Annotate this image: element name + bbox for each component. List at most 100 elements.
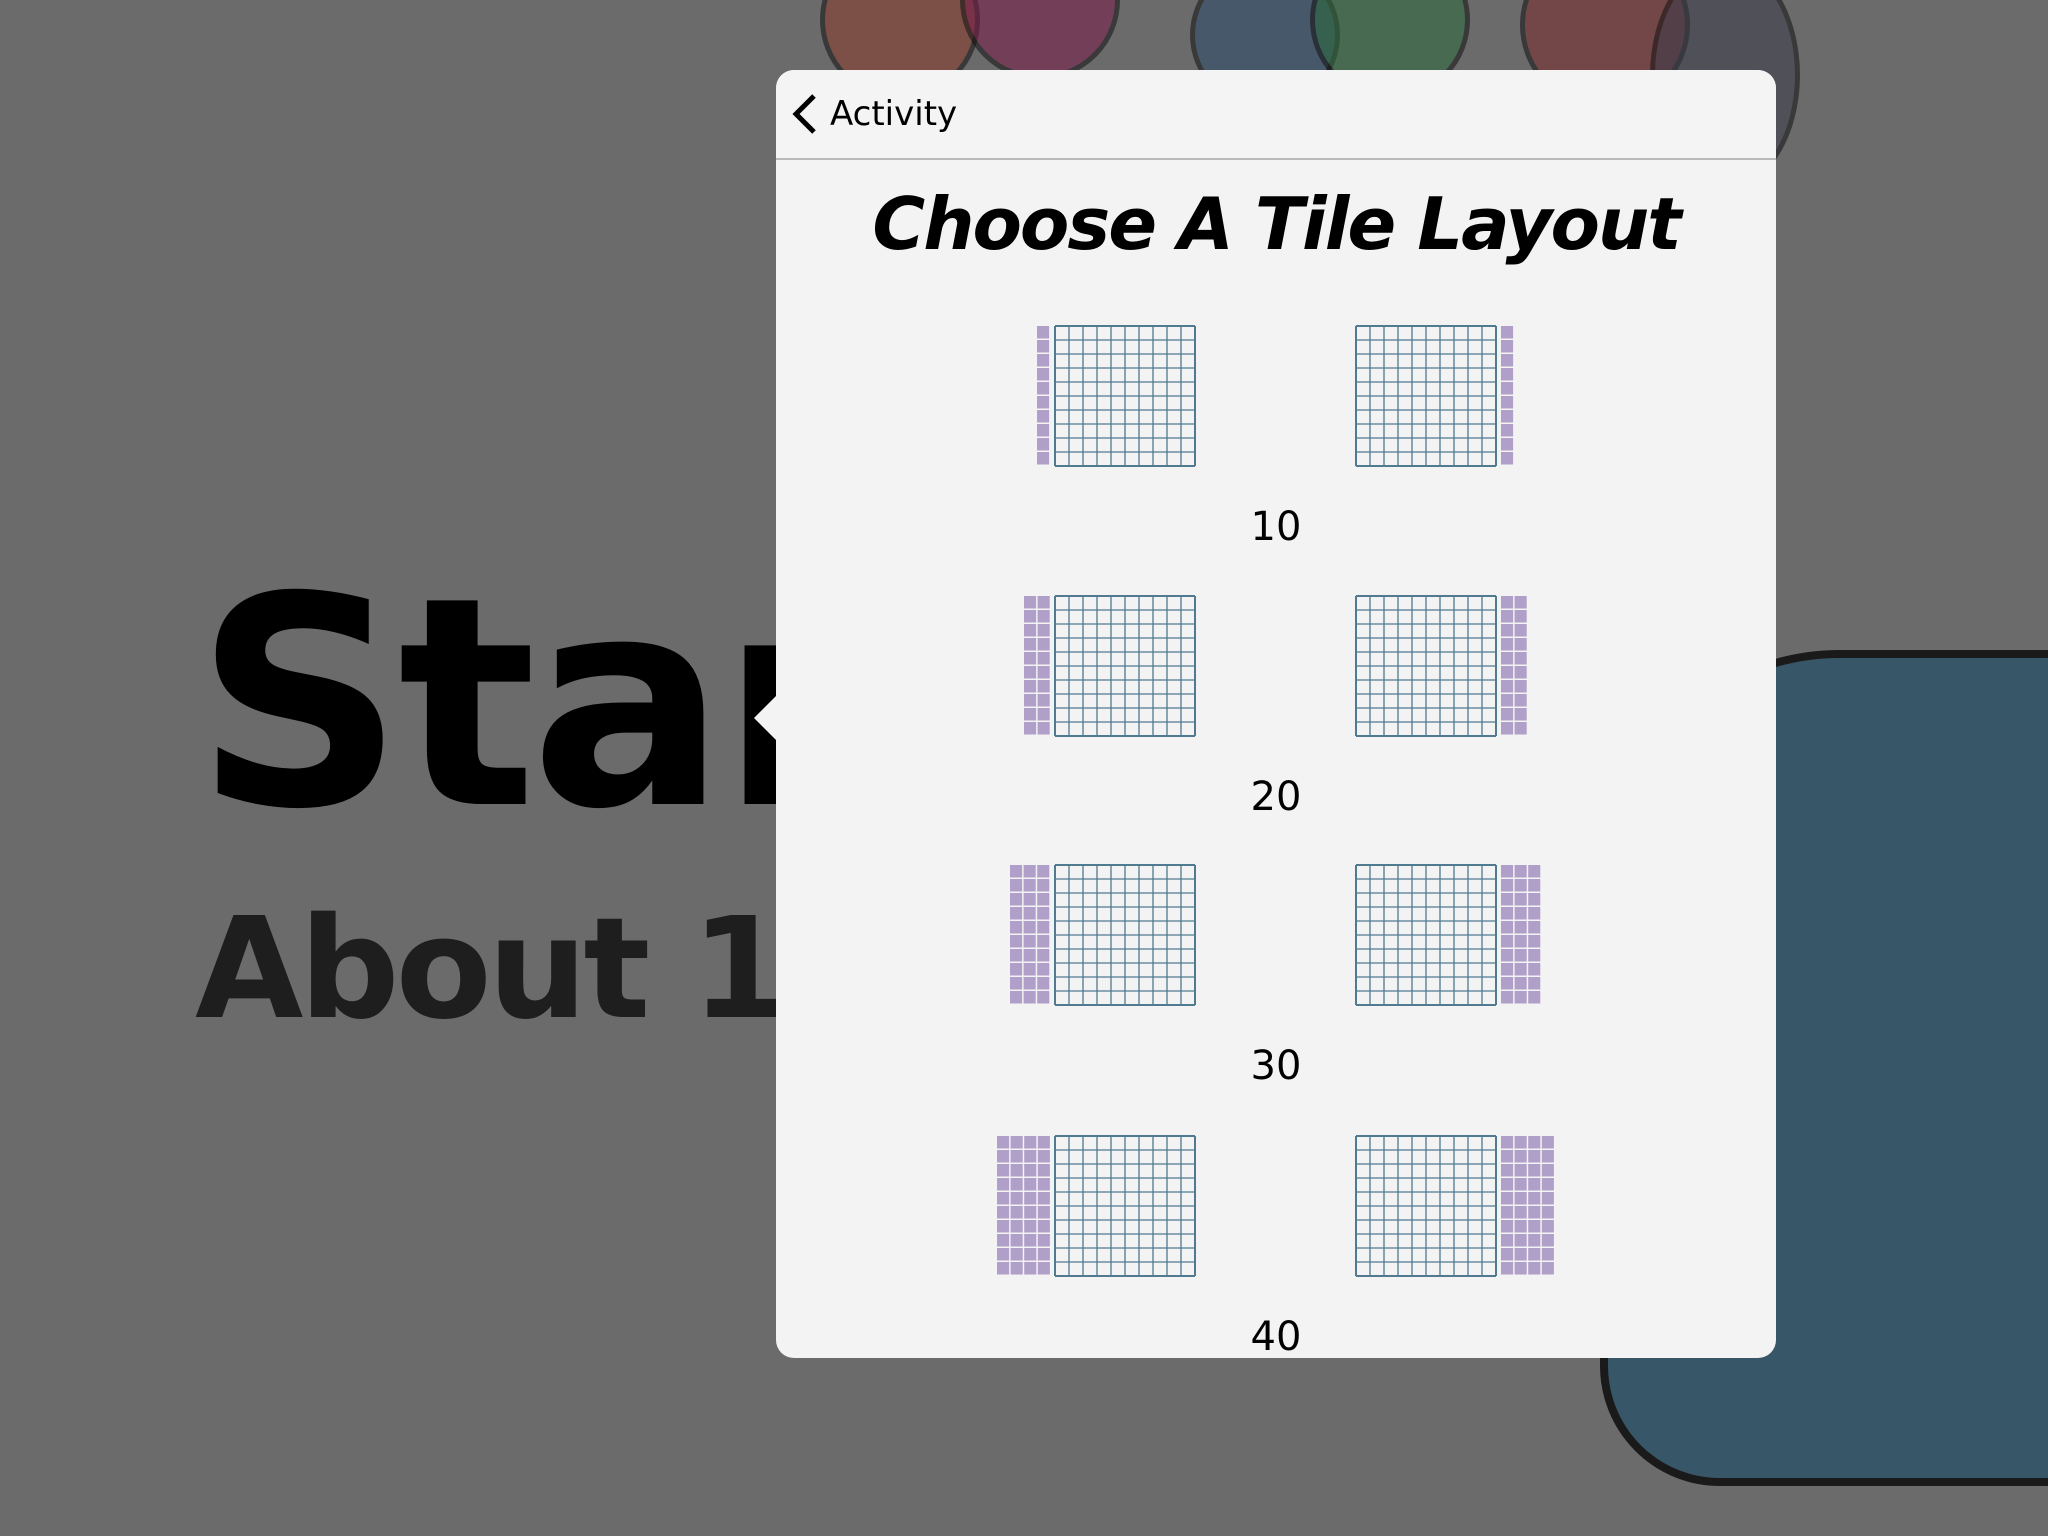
ones-tile [1023, 708, 1036, 721]
ones-tile [1528, 865, 1541, 878]
ones-tile [1514, 907, 1527, 920]
ones-tile [1010, 1164, 1023, 1177]
ones-tile [1010, 977, 1023, 990]
ones-tile [1023, 1192, 1036, 1205]
ones-tile-strip [1037, 326, 1050, 465]
popover-title: Choose A Tile Layout [872, 182, 1681, 266]
ones-tile [1023, 1234, 1036, 1247]
ones-tile [1010, 1220, 1023, 1233]
ones-tile [1010, 893, 1023, 906]
ones-tile [1037, 340, 1050, 353]
ones-tile [1023, 1178, 1036, 1191]
ones-tile [1501, 410, 1514, 423]
ones-tile [996, 1178, 1009, 1191]
ones-tile [1528, 1206, 1541, 1219]
ones-tile [1037, 680, 1050, 693]
ones-tile-strip [1501, 1136, 1554, 1275]
hundred-grid [1355, 325, 1497, 467]
ones-tile [1528, 949, 1541, 962]
ones-tile [1514, 624, 1527, 637]
ones-tile [1010, 879, 1023, 892]
ones-tile [1023, 1220, 1036, 1233]
ones-tile [1037, 977, 1050, 990]
layout-label: 10 [1250, 504, 1302, 550]
ones-tile [1037, 1178, 1050, 1191]
ones-tile [1501, 1164, 1514, 1177]
hundred-grid [1355, 864, 1497, 1006]
layout-option-20[interactable]: 20 [776, 594, 1776, 820]
ones-tile [1501, 1192, 1514, 1205]
ones-tile [1501, 1262, 1514, 1275]
ones-tile [1514, 1164, 1527, 1177]
chevron-left-icon [792, 94, 816, 134]
ones-tile [1501, 396, 1514, 409]
ones-tile [1528, 991, 1541, 1004]
ones-tile [996, 1136, 1009, 1149]
ones-tile [1541, 1234, 1554, 1247]
ones-tile [1501, 991, 1514, 1004]
ones-tile [1528, 907, 1541, 920]
layout-option-10[interactable]: 10 [776, 324, 1776, 550]
ones-tile [1528, 1136, 1541, 1149]
ones-tile [1514, 865, 1527, 878]
ones-tile [1514, 652, 1527, 665]
hundred-grid [1054, 595, 1196, 737]
ones-tile [1023, 652, 1036, 665]
layout-option-30[interactable]: 30 [776, 863, 1776, 1089]
ones-tile [1037, 708, 1050, 721]
ones-tile [1037, 368, 1050, 381]
ones-tile [1023, 1248, 1036, 1261]
ones-tile [1010, 1234, 1023, 1247]
ones-tile [1037, 1136, 1050, 1149]
ones-tile [1514, 596, 1527, 609]
ones-tile [1037, 907, 1050, 920]
hundred-grid [1054, 325, 1196, 467]
ones-tile [1501, 921, 1514, 934]
ones-tile [1501, 354, 1514, 367]
ones-tile [1023, 949, 1036, 962]
ones-tile [1528, 1234, 1541, 1247]
ones-tile [1037, 1206, 1050, 1219]
balloon-decoration [960, 0, 1120, 80]
ones-tile [1037, 722, 1050, 735]
ones-tile [1501, 963, 1514, 976]
ones-tile [1528, 1220, 1541, 1233]
ones-tile [1514, 893, 1527, 906]
ones-tile [1501, 1206, 1514, 1219]
ones-tile [996, 1248, 1009, 1261]
ones-tile [1023, 865, 1036, 878]
ones-tile [1010, 963, 1023, 976]
ones-tile [1501, 949, 1514, 962]
ones-tile [1501, 1248, 1514, 1261]
ones-tile [1010, 1136, 1023, 1149]
ones-tile [1541, 1206, 1554, 1219]
ones-tile [1528, 1150, 1541, 1163]
ones-tile [1501, 424, 1514, 437]
ones-tile [1501, 666, 1514, 679]
ones-tile-strip [1010, 865, 1050, 1004]
back-button-label: Activity [830, 94, 958, 134]
ones-tile [1528, 1192, 1541, 1205]
layout-option-40[interactable]: 40 [776, 1134, 1776, 1360]
ones-tile [1037, 921, 1050, 934]
ones-tile [1010, 1150, 1023, 1163]
ones-tile [1037, 963, 1050, 976]
back-button[interactable]: Activity [790, 92, 957, 136]
ones-tile [1501, 1220, 1514, 1233]
ones-tile [1514, 1206, 1527, 1219]
ones-tile [1501, 596, 1514, 609]
ones-tile [1501, 708, 1514, 721]
ones-tile [1037, 382, 1050, 395]
ones-tile [1037, 935, 1050, 948]
hundred-grid [1054, 864, 1196, 1006]
ones-tile [1037, 354, 1050, 367]
ones-tile-strip [1023, 596, 1050, 735]
ones-tile [1528, 935, 1541, 948]
ones-tile [1023, 977, 1036, 990]
ones-tile [1023, 1136, 1036, 1149]
ones-tile [1037, 1262, 1050, 1275]
ones-tile [1514, 610, 1527, 623]
ones-tile [1023, 1164, 1036, 1177]
ones-tile [1037, 452, 1050, 465]
ones-tile [1037, 879, 1050, 892]
